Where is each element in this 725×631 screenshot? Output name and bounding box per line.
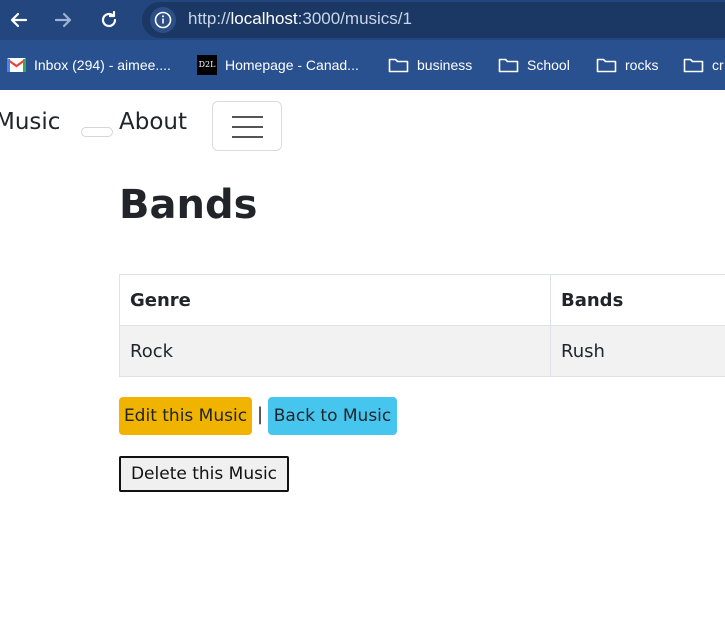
bookmark-inbox[interactable]: Inbox (294) - aimee.... xyxy=(7,54,171,76)
folder-icon xyxy=(388,57,409,73)
nav-brand-music[interactable]: Music xyxy=(0,109,60,135)
forward-arrow-icon[interactable] xyxy=(49,6,77,34)
bookmarks-bar: Inbox (294) - aimee.... D2L Homepage - C… xyxy=(0,40,725,90)
bookmark-business[interactable]: business xyxy=(388,54,472,76)
nav-link-about[interactable]: About xyxy=(119,109,187,135)
nav-toggle-pill[interactable] xyxy=(81,127,113,137)
bookmark-label: rocks xyxy=(625,57,659,73)
table-cell-genre: Rock xyxy=(119,325,551,377)
page-content: Music About Bands Genre Bands Rock Rush … xyxy=(0,90,725,631)
url-path: :3000/musics/1 xyxy=(297,9,412,28)
table-header-row: Genre Bands xyxy=(119,274,725,326)
button-separator: | xyxy=(257,404,264,425)
bookmark-rocks[interactable]: rocks xyxy=(596,54,658,76)
url-text[interactable]: http://localhost:3000/musics/1 xyxy=(188,9,412,29)
back-arrow-icon[interactable] xyxy=(5,6,33,34)
back-to-music-button[interactable]: Back to Music xyxy=(268,397,397,435)
folder-icon xyxy=(498,57,519,73)
bookmark-cr[interactable]: cr xyxy=(683,54,724,76)
hamburger-menu-icon xyxy=(232,116,263,118)
url-scheme: http:// xyxy=(188,9,231,28)
folder-icon xyxy=(596,57,617,73)
url-host: localhost xyxy=(230,9,298,28)
navbar-toggler-button[interactable] xyxy=(212,101,282,151)
table-cell-band: Rush xyxy=(550,325,725,377)
bookmark-label: cr xyxy=(712,57,724,73)
bookmark-label: Inbox (294) - aimee.... xyxy=(34,57,171,73)
reload-icon[interactable] xyxy=(95,6,123,34)
edit-music-button[interactable]: Edit this Music xyxy=(119,397,252,435)
folder-icon xyxy=(683,57,704,73)
d2l-icon: D2L xyxy=(197,55,217,75)
site-info-icon[interactable] xyxy=(150,7,176,33)
browser-toolbar: http://localhost:3000/musics/1 xyxy=(0,0,725,40)
bookmark-homepage[interactable]: D2L Homepage - Canad... xyxy=(197,54,359,76)
delete-music-button[interactable]: Delete this Music xyxy=(119,456,289,492)
music-table: Genre Bands Rock Rush xyxy=(119,274,725,377)
bookmark-label: business xyxy=(417,57,473,73)
table-row: Rock Rush xyxy=(119,325,725,377)
page-title: Bands xyxy=(119,182,258,228)
table-header-genre: Genre xyxy=(119,274,551,326)
gmail-icon xyxy=(7,58,26,72)
table-header-bands: Bands xyxy=(550,274,725,326)
bookmark-school[interactable]: School xyxy=(498,54,570,76)
bookmark-label: School xyxy=(527,57,570,73)
bookmark-label: Homepage - Canad... xyxy=(225,57,359,73)
